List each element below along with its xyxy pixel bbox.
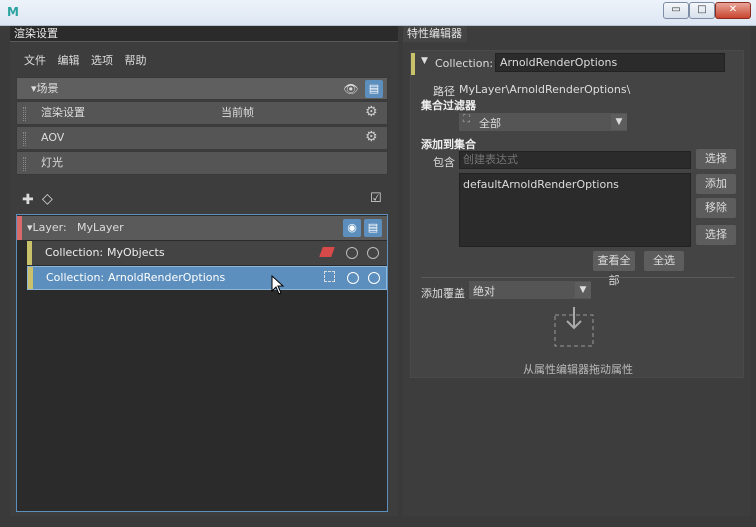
visibility-eye-icon[interactable]: ◉	[343, 219, 361, 237]
collection-name: MyObjects	[107, 246, 165, 259]
add-to-collection-label: 添加到集合	[421, 138, 476, 151]
override-icon	[319, 247, 335, 257]
disable-icon[interactable]	[368, 272, 380, 284]
create-layer-icon[interactable]: ✚	[22, 192, 34, 208]
tab-property-editor[interactable]: 特性编辑器	[403, 26, 467, 42]
expression-input[interactable]	[459, 151, 691, 169]
filter-value: 全部	[479, 117, 501, 130]
override-value: 绝对	[473, 285, 495, 298]
render-clapper-icon[interactable]: ▤	[364, 219, 382, 237]
title-bar: M ▭ □ ✕	[0, 0, 756, 26]
scene-row-label: AOV	[41, 131, 65, 144]
maya-logo-icon: M	[7, 5, 19, 19]
collection-prefix: Collection:	[46, 271, 105, 284]
isolate-icon[interactable]	[346, 247, 358, 259]
gear-icon[interactable]: ⚙	[365, 127, 378, 148]
checklist-icon[interactable]: ☑	[370, 191, 382, 206]
divider	[421, 277, 735, 278]
scene-row-lights[interactable]: 灯光	[16, 151, 388, 175]
menu-file[interactable]: 文件	[24, 54, 46, 67]
disable-icon[interactable]	[367, 247, 379, 259]
collection-name-field[interactable]: ArnoldRenderOptions	[495, 53, 725, 72]
menu-help[interactable]: 帮助	[125, 54, 147, 67]
chevron-down-icon[interactable]: ▼	[575, 282, 591, 298]
collection-prefix: Collection:	[45, 246, 104, 259]
include-label: 包含	[433, 156, 455, 169]
collection-color-tag	[28, 267, 33, 289]
filter-label: 集合过滤器	[421, 99, 476, 112]
scene-row-render-settings[interactable]: 渲染设置 当前帧 ⚙	[16, 101, 388, 125]
layer-label: ▾Layer:	[27, 221, 67, 234]
filter-all-icon: ⛶	[463, 114, 470, 125]
add-override-label: 添加覆盖	[421, 287, 465, 300]
maximize-button[interactable]: □	[689, 2, 715, 19]
select-button[interactable]: 选择	[696, 149, 736, 169]
property-editor-panel: 特性编辑器 ▼ Collection: ArnoldRenderOptions …	[403, 26, 751, 516]
menu-options[interactable]: 选项	[91, 54, 113, 67]
scene-header-label: ▾场景	[31, 82, 59, 95]
gear-icon[interactable]: ⚙	[365, 102, 378, 123]
drop-target-icon	[554, 307, 594, 347]
menu-bar: 文件 编辑 选项 帮助	[24, 53, 384, 69]
layer-row[interactable]: ▾Layer: MyLayer ◉ ▤	[17, 216, 387, 240]
scene-row-value: 当前帧	[221, 106, 254, 119]
chevron-down-icon[interactable]: ▼	[611, 114, 627, 130]
member-list[interactable]: defaultArnoldRenderOptions	[459, 173, 691, 247]
scene-row-label: 灯光	[41, 156, 63, 169]
tab-property-editor-label: 特性编辑器	[407, 27, 462, 40]
layer-tree: ▾Layer: MyLayer ◉ ▤ Collection: MyObject…	[16, 214, 388, 512]
scene-row-aov[interactable]: AOV ⚙	[16, 126, 388, 150]
collection-color-tag	[27, 241, 32, 265]
drop-hint: 从属性编辑器拖动属性	[523, 363, 633, 376]
tab-render-setup-label: 渲染设置	[14, 27, 58, 40]
collapse-arrow-icon[interactable]: ▼	[421, 56, 428, 66]
view-all-button[interactable]: 查看全部	[593, 251, 635, 287]
override-dropdown[interactable]: 绝对 ▼	[469, 281, 591, 299]
collection-row-arnold[interactable]: Collection: ArnoldRenderOptions	[27, 266, 387, 290]
visibility-eye-icon[interactable]: 👁	[343, 81, 359, 97]
collection-color-tag	[411, 53, 415, 75]
filter-dropdown[interactable]: ⛶ 全部 ▼	[459, 113, 627, 131]
list-item[interactable]: defaultArnoldRenderOptions	[463, 178, 619, 191]
scene-header[interactable]: ▾场景 👁 ▤	[16, 77, 388, 100]
drag-handle-icon[interactable]	[23, 157, 26, 171]
select-list-button[interactable]: 选择	[696, 225, 736, 245]
collection-label: Collection:	[435, 57, 494, 70]
drag-handle-icon[interactable]	[23, 107, 26, 121]
collection-property-box: ▼ Collection: ArnoldRenderOptions 路径 MyL…	[410, 50, 744, 378]
drag-handle-icon[interactable]	[23, 132, 26, 146]
minimize-button[interactable]: ▭	[663, 2, 689, 19]
close-button[interactable]: ✕	[715, 2, 751, 19]
path-value: MyLayer\ArnoldRenderOptions\	[459, 83, 631, 96]
render-clapper-icon[interactable]: ▤	[365, 80, 383, 98]
collection-row-myobjects[interactable]: Collection: MyObjects	[27, 241, 387, 265]
collection-name: ArnoldRenderOptions	[108, 271, 226, 284]
isolate-icon[interactable]	[347, 272, 359, 284]
tab-render-setup[interactable]: 渲染设置	[10, 26, 398, 42]
mouse-cursor-icon	[271, 275, 285, 295]
remove-button[interactable]: 移除	[696, 198, 736, 218]
layer-color-tag	[17, 216, 22, 240]
empty-override-icon	[324, 271, 335, 282]
select-all-button[interactable]: 全选	[644, 251, 684, 271]
menu-edit[interactable]: 编辑	[58, 54, 80, 67]
diamond-layer-icon[interactable]: ◇	[42, 191, 53, 207]
add-button[interactable]: 添加	[696, 174, 736, 194]
layer-name: MyLayer	[77, 221, 124, 234]
scene-row-label: 渲染设置	[41, 106, 85, 119]
render-setup-panel: 渲染设置 文件 编辑 选项 帮助 ▾场景 👁 ▤ 渲染设置 当前帧 ⚙ AOV …	[10, 26, 398, 516]
